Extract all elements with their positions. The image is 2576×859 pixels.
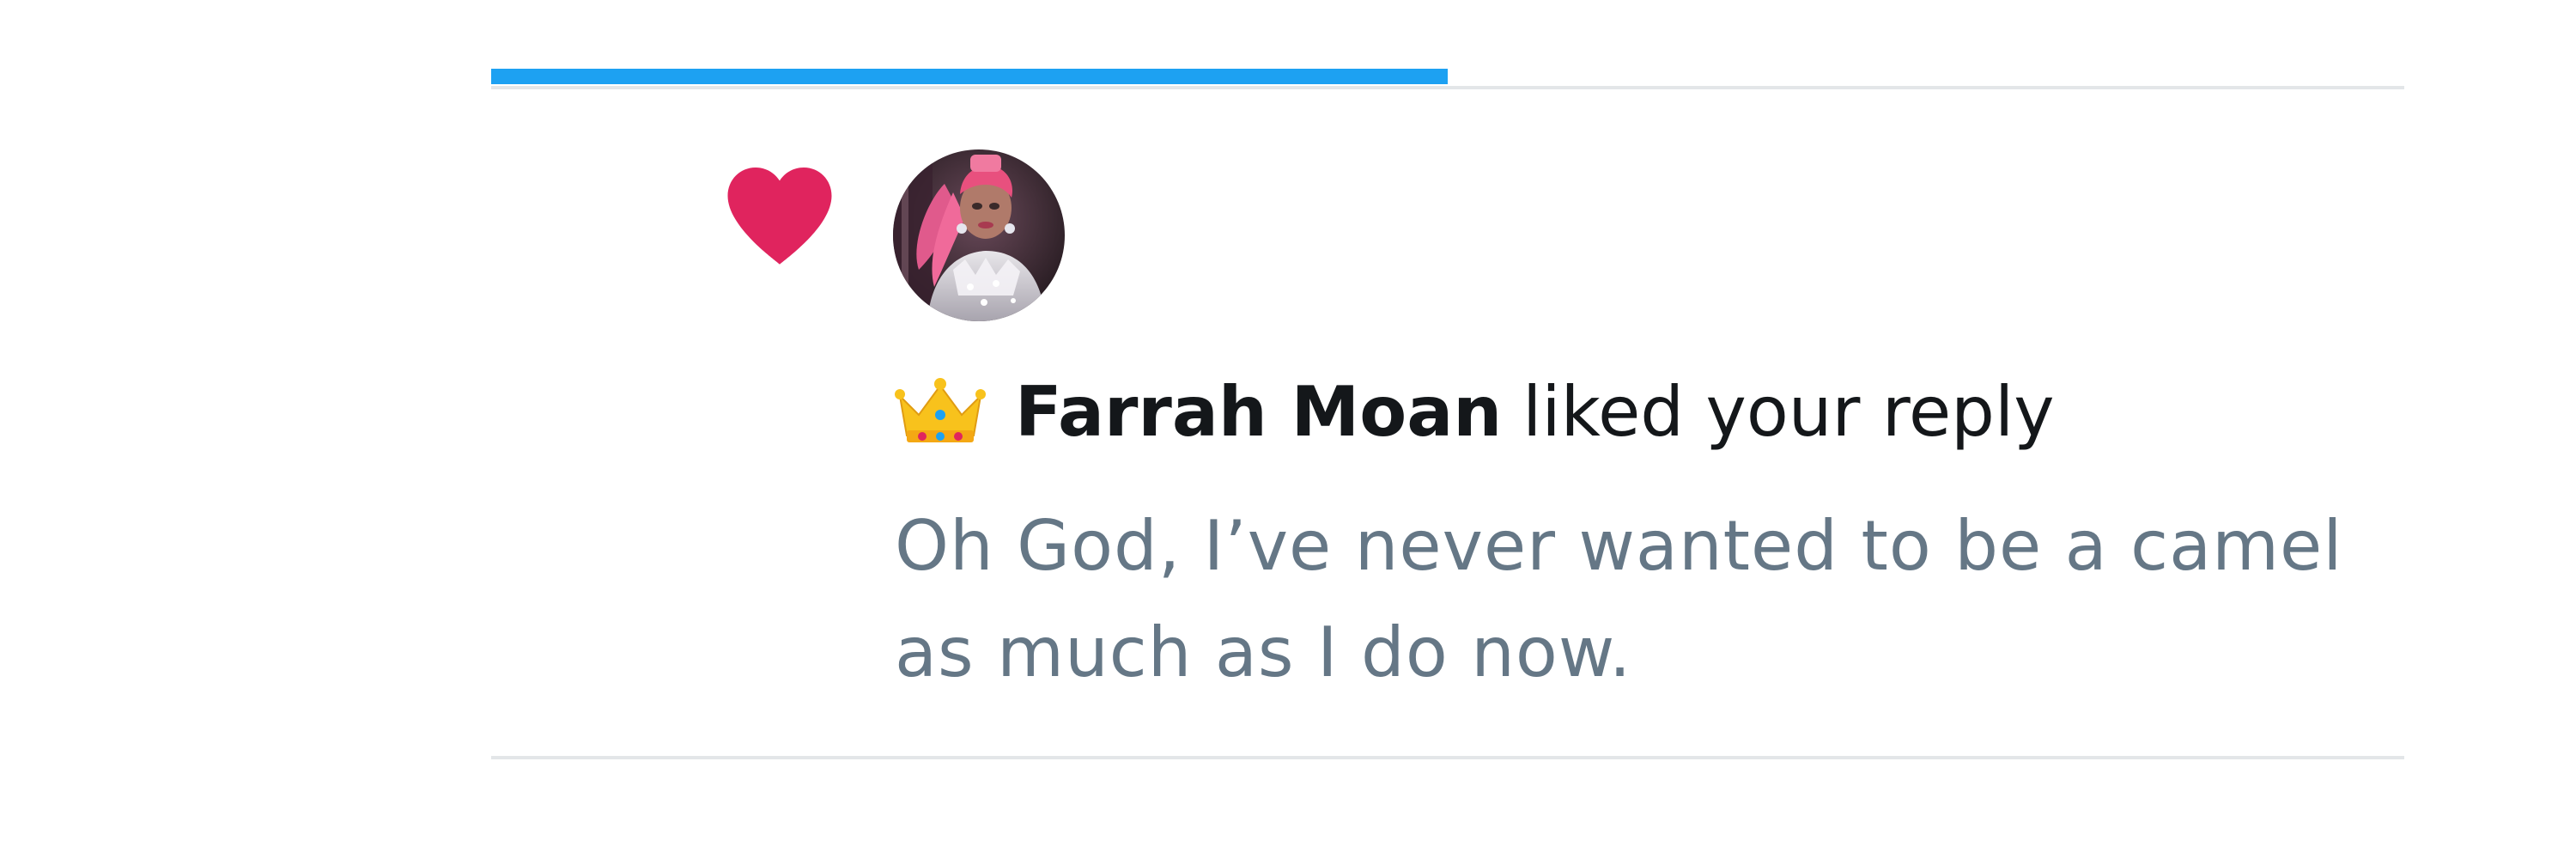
action-text: liked your reply bbox=[1522, 371, 2055, 452]
user-name-link[interactable]: Farrah Moan bbox=[1015, 372, 1502, 452]
notification-divider bbox=[491, 756, 2404, 759]
user-avatar[interactable] bbox=[893, 149, 1065, 321]
active-tab-indicator bbox=[491, 69, 1448, 84]
tab-bar bbox=[491, 69, 2404, 89]
notification-headline: Farrah Moan liked your reply bbox=[895, 364, 2055, 459]
notification-item[interactable]: Farrah Moan liked your reply Oh God, I’v… bbox=[491, 89, 2404, 759]
crown-icon bbox=[895, 377, 986, 446]
reply-text[interactable]: Oh God, I’ve never wanted to be a camel … bbox=[895, 493, 2372, 706]
heart-icon bbox=[723, 161, 836, 268]
